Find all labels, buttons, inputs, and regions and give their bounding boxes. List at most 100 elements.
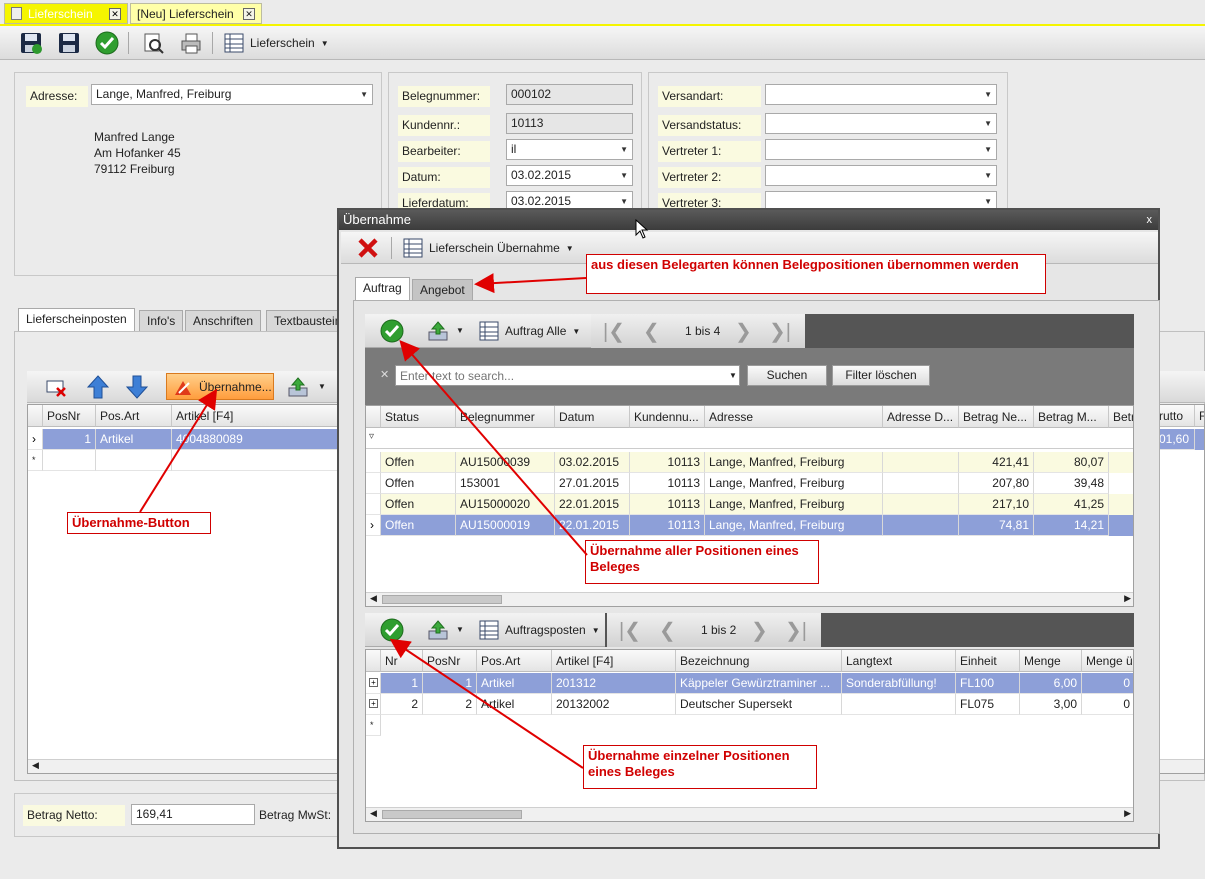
table-row[interactable]: Offen AU15000039 03.02.2015 10113 Lange, Man… bbox=[366, 452, 1133, 473]
table-cell[interactable]: 1 bbox=[423, 673, 477, 694]
upper-view-dropdown[interactable]: Auftrag Alle ▼ bbox=[479, 320, 580, 342]
move-up-button[interactable] bbox=[85, 374, 111, 400]
table-cell[interactable]: 1 bbox=[381, 673, 423, 694]
table-cell[interactable]: 2 bbox=[381, 694, 423, 715]
column-header[interactable]: Status bbox=[381, 406, 456, 428]
column-header[interactable]: Betr bbox=[1109, 406, 1133, 428]
filter-row[interactable]: ▿ bbox=[366, 428, 1133, 449]
column-header[interactable]: Nr bbox=[381, 650, 423, 672]
first-page-icon[interactable]: |❮ bbox=[619, 618, 641, 643]
clear-search-icon[interactable]: ✕ bbox=[380, 368, 389, 381]
lower-view-dropdown[interactable]: Auftragsposten ▼ bbox=[479, 619, 600, 641]
tab-textbausteine[interactable]: Textbausteine bbox=[266, 310, 340, 332]
table-cell[interactable]: AU15000019 bbox=[456, 515, 555, 536]
versandstatus-select[interactable]: ▼ bbox=[765, 113, 997, 134]
column-header[interactable]: Belegnummer bbox=[456, 406, 555, 428]
table-cell[interactable]: FL075 bbox=[956, 694, 1020, 715]
new-row-indicator[interactable]: * bbox=[366, 715, 381, 736]
preview-button[interactable] bbox=[140, 30, 166, 56]
previous-page-icon[interactable]: ❮ bbox=[659, 618, 676, 643]
column-header[interactable]: Langtext bbox=[842, 650, 956, 672]
table-cell[interactable]: FL100 bbox=[956, 673, 1020, 694]
close-icon[interactable]: ✕ bbox=[243, 7, 255, 20]
column-header[interactable]: Menge ü bbox=[1082, 650, 1133, 672]
close-icon[interactable]: x bbox=[1147, 210, 1153, 230]
column-header[interactable]: F bbox=[1195, 405, 1204, 427]
table-cell[interactable] bbox=[883, 515, 959, 536]
upper-import-button[interactable] bbox=[425, 318, 451, 344]
print-button[interactable] bbox=[178, 30, 204, 56]
table-cell[interactable]: 80,07 bbox=[1034, 452, 1109, 473]
table-cell[interactable]: 22.01.2015 bbox=[555, 494, 630, 515]
tab-angebot[interactable]: Angebot bbox=[412, 279, 473, 301]
column-header[interactable]: Artikel [F4] bbox=[552, 650, 676, 672]
column-header[interactable]: Menge bbox=[1020, 650, 1082, 672]
tab-auftrag[interactable]: Auftrag bbox=[355, 277, 410, 301]
confirm-button[interactable] bbox=[94, 30, 120, 56]
column-header[interactable]: Artikel [F4] bbox=[172, 405, 342, 427]
next-page-icon[interactable]: ❯ bbox=[751, 618, 768, 643]
scroll-right-icon[interactable]: ▶ bbox=[1124, 808, 1131, 819]
table-cell[interactable]: AU15000039 bbox=[456, 452, 555, 473]
tab-infos[interactable]: Info's bbox=[139, 310, 184, 332]
last-page-icon[interactable]: ❯| bbox=[785, 618, 807, 643]
table-cell[interactable]: 20132002 bbox=[552, 694, 676, 715]
search-input[interactable] bbox=[395, 365, 740, 386]
table-cell[interactable]: Lange, Manfred, Freiburg bbox=[705, 473, 883, 494]
table-cell[interactable]: 22.01.2015 bbox=[555, 515, 630, 536]
table-cell[interactable]: Offen bbox=[381, 494, 456, 515]
new-row-cell[interactable] bbox=[43, 450, 96, 471]
clear-filter-button[interactable]: Filter löschen bbox=[832, 365, 930, 386]
versandart-select[interactable]: ▼ bbox=[765, 84, 997, 105]
column-header[interactable]: Bezeichnung bbox=[676, 650, 842, 672]
table-cell[interactable]: Lange, Manfred, Freiburg bbox=[705, 494, 883, 515]
column-header[interactable]: Kundennu... bbox=[630, 406, 705, 428]
table-cell[interactable]: 3,00 bbox=[1020, 694, 1082, 715]
table-cell[interactable]: Deutscher Supersekt bbox=[676, 694, 842, 715]
table-cell[interactable]: 10113 bbox=[630, 494, 705, 515]
address-select[interactable]: Lange, Manfred, Freiburg ▼ bbox=[91, 84, 373, 105]
column-header[interactable]: Einheit bbox=[956, 650, 1020, 672]
table-cell[interactable]: Artikel bbox=[477, 694, 552, 715]
table-cell[interactable]: Lange, Manfred, Freiburg bbox=[705, 515, 883, 536]
chevron-down-icon[interactable]: ▼ bbox=[456, 326, 464, 335]
table-cell[interactable]: Lange, Manfred, Freiburg bbox=[705, 452, 883, 473]
column-header[interactable]: Pos.Art bbox=[96, 405, 172, 427]
table-cell[interactable]: Artikel bbox=[477, 673, 552, 694]
table-cell[interactable]: Offen bbox=[381, 452, 456, 473]
table-cell[interactable]: 153001 bbox=[456, 473, 555, 494]
save-button[interactable] bbox=[56, 30, 82, 56]
table-row[interactable]: Offen 153001 27.01.2015 10113 Lange, Manfred… bbox=[366, 473, 1133, 494]
import-button[interactable] bbox=[285, 374, 311, 400]
chevron-down-icon[interactable]: ▼ bbox=[456, 625, 464, 634]
table-row[interactable]: +2 2 Artikel 20132002 Deutscher Supersekt FL0… bbox=[366, 694, 1133, 715]
table-cell[interactable] bbox=[883, 494, 959, 515]
table-row[interactable]: Offen AU15000020 22.01.2015 10113 Lange, Man… bbox=[366, 494, 1133, 515]
table-cell[interactable]: Käppeler Gewürztraminer ... bbox=[676, 673, 842, 694]
table-cell[interactable]: 207,80 bbox=[959, 473, 1034, 494]
uebernahme-button[interactable]: Übernahme... bbox=[166, 373, 274, 400]
vertreter1-select[interactable]: ▼ bbox=[765, 139, 997, 160]
search-button[interactable]: Suchen bbox=[747, 365, 827, 386]
new-row-indicator[interactable]: * bbox=[28, 450, 43, 471]
table-cell[interactable]: 10113 bbox=[630, 452, 705, 473]
column-header[interactable]: rutto bbox=[1155, 405, 1195, 427]
table-row[interactable]: ›+11Artikel201312Käppeler Gewürztraminer… bbox=[366, 673, 1133, 694]
scroll-left-icon[interactable]: ◀ bbox=[370, 808, 377, 819]
bearbeiter-select[interactable]: il ▼ bbox=[506, 139, 633, 160]
table-cell[interactable]: 03.02.2015 bbox=[555, 452, 630, 473]
delete-row-button[interactable] bbox=[43, 374, 69, 400]
doc-tab-neu-lieferschein[interactable]: [Neu] Lieferschein ✕ bbox=[130, 3, 262, 24]
datum-field[interactable]: 03.02.2015 ▼ bbox=[506, 165, 633, 186]
table-cell[interactable]: 39,48 bbox=[1034, 473, 1109, 494]
save-close-button[interactable] bbox=[18, 30, 44, 56]
chevron-down-icon[interactable]: ▼ bbox=[729, 371, 737, 380]
last-page-icon[interactable]: ❯| bbox=[769, 319, 791, 344]
column-header[interactable]: Betrag M... bbox=[1034, 406, 1109, 428]
table-cell[interactable] bbox=[842, 694, 956, 715]
table-cell[interactable]: 14,21 bbox=[1034, 515, 1109, 536]
next-page-icon[interactable]: ❯ bbox=[735, 319, 752, 344]
table-cell[interactable]: 10113 bbox=[630, 473, 705, 494]
table-cell[interactable]: 27.01.2015 bbox=[555, 473, 630, 494]
take-all-button[interactable] bbox=[379, 318, 405, 344]
